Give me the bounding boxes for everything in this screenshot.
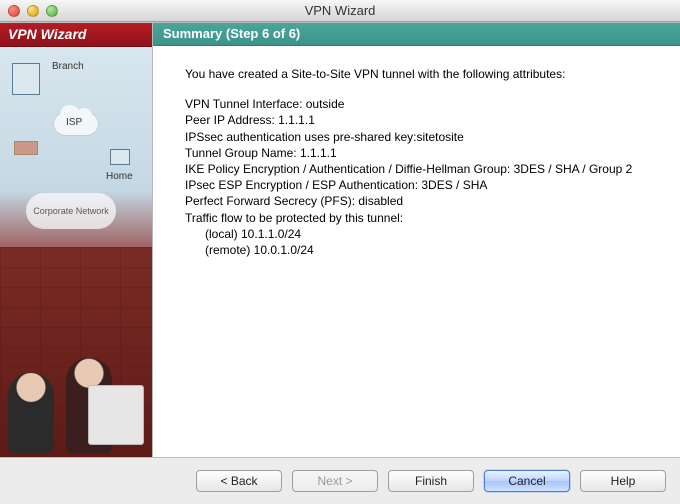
summary-group: Tunnel Group Name: 1.1.1.1 xyxy=(185,145,660,161)
window-title: VPN Wizard xyxy=(0,3,680,18)
sidebar-illustration: Branch ISP Home Corporate Network xyxy=(0,47,152,457)
summary-panel: You have created a Site-to-Site VPN tunn… xyxy=(153,46,680,457)
summary-traffic: Traffic flow to be protected by this tun… xyxy=(185,210,660,226)
wizard-button-bar: < Back Next > Finish Cancel Help xyxy=(0,458,680,503)
help-button[interactable]: Help xyxy=(580,470,666,492)
wizard-main: Summary (Step 6 of 6) You have created a… xyxy=(153,23,680,457)
back-button[interactable]: < Back xyxy=(196,470,282,492)
cancel-button[interactable]: Cancel xyxy=(484,470,570,492)
monitor-icon xyxy=(88,385,144,445)
label-corporate: Corporate Network xyxy=(33,206,109,216)
house-icon xyxy=(110,149,130,165)
summary-local: (local) 10.1.1.0/24 xyxy=(185,226,660,242)
summary-pfs: Perfect Forward Secrecy (PFS): disabled xyxy=(185,193,660,209)
network-diagram-icon: Branch ISP Home Corporate Network xyxy=(6,53,146,243)
wizard-sidebar: VPN Wizard Branch ISP Home Corporate Net… xyxy=(0,23,153,457)
people-graphic xyxy=(6,333,146,453)
summary-interface: VPN Tunnel Interface: outside xyxy=(185,96,660,112)
summary-esp: IPsec ESP Encryption / ESP Authenticatio… xyxy=(185,177,660,193)
minimize-icon[interactable] xyxy=(27,5,39,17)
next-button: Next > xyxy=(292,470,378,492)
person-icon xyxy=(8,373,54,453)
sidebar-title: VPN Wizard xyxy=(0,23,152,47)
close-icon[interactable] xyxy=(8,5,20,17)
zoom-icon[interactable] xyxy=(46,5,58,17)
building-icon xyxy=(12,63,40,95)
wizard-content: VPN Wizard Branch ISP Home Corporate Net… xyxy=(0,22,680,458)
finish-button[interactable]: Finish xyxy=(388,470,474,492)
summary-remote: (remote) 10.0.1.0/24 xyxy=(185,242,660,258)
summary-intro: You have created a Site-to-Site VPN tunn… xyxy=(185,66,660,82)
corporate-cloud-icon: Corporate Network xyxy=(26,193,116,229)
label-home: Home xyxy=(106,171,133,182)
summary-auth: IPSsec authentication uses pre-shared ke… xyxy=(185,129,660,145)
label-isp: ISP xyxy=(66,117,82,128)
step-header: Summary (Step 6 of 6) xyxy=(153,23,680,46)
router-icon xyxy=(14,141,38,155)
window-controls xyxy=(0,5,58,17)
label-branch: Branch xyxy=(52,61,84,72)
window-titlebar: VPN Wizard xyxy=(0,0,680,22)
summary-peer: Peer IP Address: 1.1.1.1 xyxy=(185,112,660,128)
summary-ike: IKE Policy Encryption / Authentication /… xyxy=(185,161,660,177)
